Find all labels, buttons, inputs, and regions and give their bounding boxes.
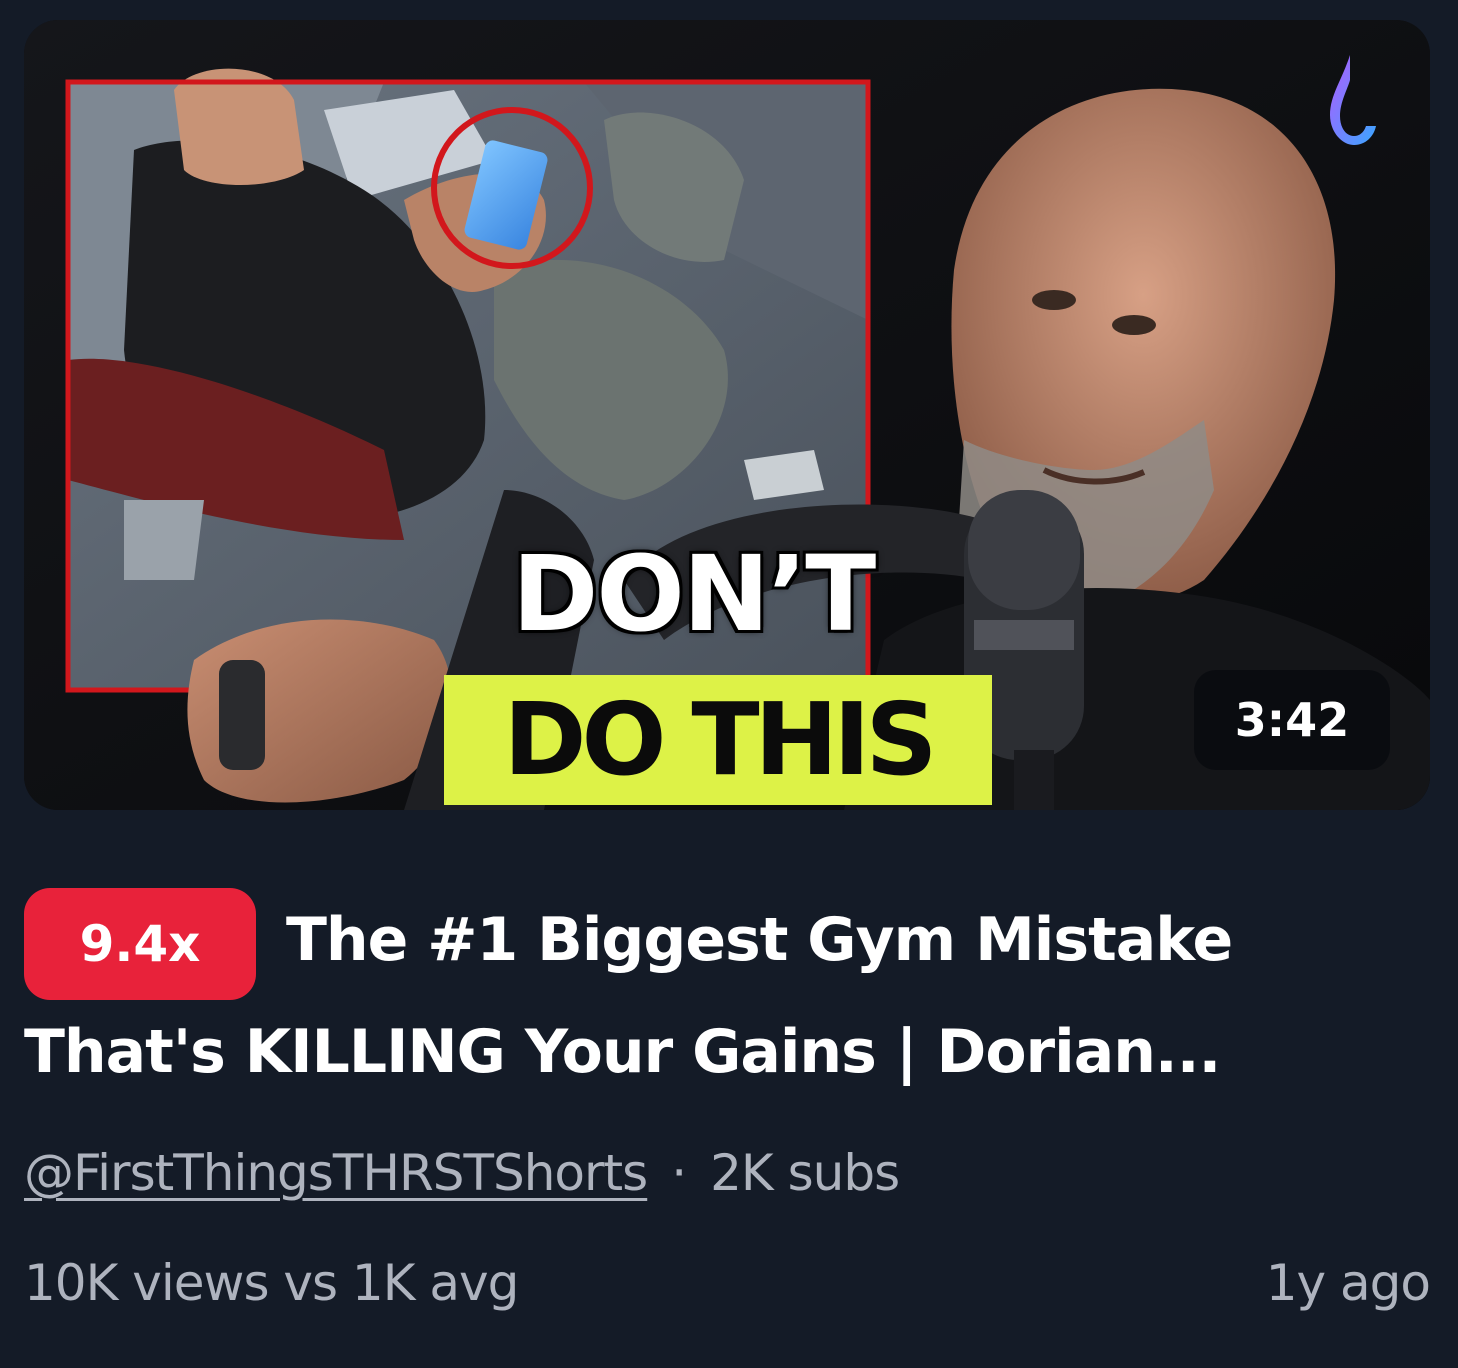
channel-meta-row: @FirstThingsTHRSTShorts · 2K subs: [24, 1144, 900, 1202]
thumbnail-overlay-line1: DON’T: [512, 533, 876, 655]
upload-age: 1y ago: [1265, 1254, 1431, 1312]
outlier-score-badge: 9.4x: [24, 888, 256, 1000]
channel-handle-link[interactable]: @FirstThingsTHRSTShorts: [24, 1144, 648, 1202]
video-card: DON’T DO THIS 3:42 The #1 Biggest Gym Mi…: [0, 0, 1458, 1368]
thumbnail-overlay-highlight: DO THIS: [444, 675, 992, 805]
channel-drop-logo-icon: [1330, 55, 1376, 145]
subscriber-count: 2K subs: [710, 1144, 900, 1202]
duration-badge: 3:42: [1194, 670, 1390, 770]
thumbnail-overlay-line2: DO THIS: [503, 681, 938, 798]
meta-separator: ·: [671, 1144, 687, 1202]
stats-row: 10K views vs 1K avg 1y ago: [24, 1254, 1431, 1312]
views-vs-average: 10K views vs 1K avg: [24, 1254, 519, 1312]
video-thumbnail[interactable]: DON’T DO THIS 3:42: [24, 20, 1430, 810]
